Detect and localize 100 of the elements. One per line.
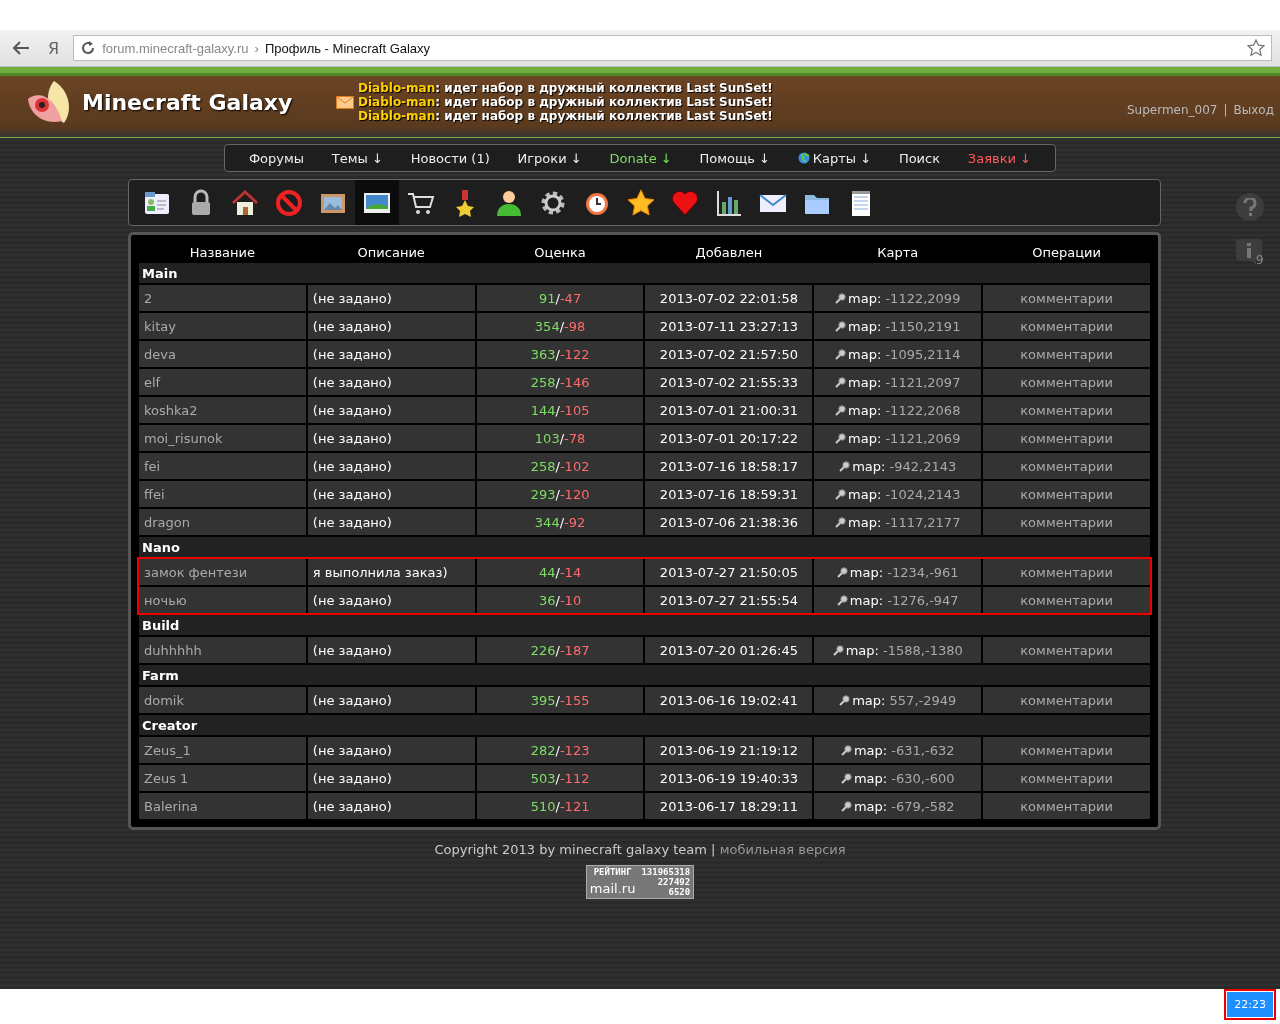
- table-cell[interactable]: Balerina: [139, 793, 306, 819]
- table-cell[interactable]: 2: [139, 285, 306, 311]
- table-cell[interactable]: deva: [139, 341, 306, 367]
- column-header: Добавлен: [694, 244, 764, 261]
- table-cell[interactable]: moi_risunok: [139, 425, 306, 451]
- map-link[interactable]: map: -679,-582: [814, 793, 982, 819]
- comments-link[interactable]: комментарии: [983, 559, 1150, 585]
- table-cell: (не задано): [307, 637, 475, 663]
- rating-cell: 226/-187: [476, 637, 644, 663]
- table-cell: 2013-07-20 01:26:45: [645, 637, 813, 663]
- table-cell[interactable]: Zeus_1: [139, 737, 306, 763]
- map-link[interactable]: map: 557,-2949: [814, 687, 982, 713]
- map-link[interactable]: map: -1588,-1380: [814, 637, 982, 663]
- map-link[interactable]: map: -1276,-947: [814, 587, 982, 613]
- column-header: Операции: [1031, 244, 1102, 261]
- table-cell[interactable]: kitay: [139, 313, 306, 339]
- info-icon[interactable]: [1236, 239, 1262, 265]
- comments-link[interactable]: комментарии: [983, 341, 1150, 367]
- magnifier-icon: [832, 644, 844, 656]
- table-cell: 2013-07-02 21:55:33: [645, 369, 813, 395]
- comments-link[interactable]: комментарии: [983, 765, 1150, 791]
- map-link[interactable]: map: -1117,2177: [814, 509, 982, 535]
- magnifier-icon: [835, 488, 846, 500]
- group-heading: Build: [139, 615, 1150, 635]
- mobile-version-link[interactable]: мобильная версия: [719, 842, 846, 857]
- menu-item[interactable]: Карты ↓: [797, 150, 872, 166]
- rating-cell: 293/-120: [476, 481, 644, 507]
- username-link[interactable]: Supermen_007: [1126, 103, 1218, 117]
- news-item[interactable]: Diablo-man: идет набор в дружный коллектив Last SunSet!: [358, 81, 773, 95]
- comments-link[interactable]: комментарии: [983, 509, 1150, 535]
- table-cell[interactable]: замок фентези: [139, 559, 306, 585]
- comments-link[interactable]: комментарии: [983, 587, 1150, 613]
- yandex-button[interactable]: Я: [44, 38, 64, 58]
- table-cell[interactable]: domik: [139, 687, 306, 713]
- table-cell: я выполнила заказ): [307, 559, 475, 585]
- magnifier-icon: [839, 694, 851, 706]
- news-item[interactable]: Diablo-man: идет набор в дружный коллектив Last SunSet!: [358, 109, 773, 123]
- comments-link[interactable]: комментарии: [983, 285, 1150, 311]
- table-cell: (не задано): [307, 425, 475, 451]
- map-link[interactable]: map: -1122,2068: [814, 397, 982, 423]
- map-link[interactable]: map: -631,-632: [814, 737, 982, 763]
- menu-item[interactable]: Форумы: [248, 150, 305, 166]
- comments-link[interactable]: комментарии: [983, 737, 1150, 763]
- table-cell[interactable]: ночью: [139, 587, 306, 613]
- map-link[interactable]: map: -1121,2069: [814, 425, 982, 451]
- menu-item[interactable]: Новости (1): [410, 150, 490, 166]
- map-link[interactable]: map: -1234,-961: [814, 559, 982, 585]
- map-link[interactable]: map: -1150,2191: [814, 313, 982, 339]
- menu-item[interactable]: Donate ↓: [609, 150, 672, 166]
- envelope-icon[interactable]: [336, 95, 354, 109]
- table-cell: (не задано): [307, 687, 475, 713]
- menu-item[interactable]: Поиск: [898, 150, 941, 166]
- rating-counter[interactable]: РЕЙТИНГ 131965318 mail.ru 227492 6520: [585, 865, 695, 899]
- map-link[interactable]: map: -630,-600: [814, 765, 982, 791]
- table-cell[interactable]: duhhhhh: [139, 637, 306, 663]
- table-cell[interactable]: koshka2: [139, 397, 306, 423]
- map-link[interactable]: map: -942,2143: [814, 453, 982, 479]
- map-link[interactable]: map: -1122,2099: [814, 285, 982, 311]
- separator: |: [711, 842, 716, 857]
- column-header: Описание: [356, 244, 426, 261]
- page-title: Профиль - Minecraft Galaxy: [264, 40, 432, 56]
- column-header: Оценка: [533, 244, 587, 261]
- reload-icon[interactable]: [80, 40, 97, 56]
- site-title[interactable]: Minecraft Galaxy: [82, 89, 322, 115]
- map-link[interactable]: map: -1024,2143: [814, 481, 982, 507]
- comments-link[interactable]: комментарии: [983, 425, 1150, 451]
- table-cell: (не задано): [307, 587, 475, 613]
- menu-item[interactable]: Темы ↓: [331, 150, 383, 166]
- copyright-text: Copyright 2013 by minecraft galaxy team: [434, 842, 707, 857]
- star-icon[interactable]: [1247, 39, 1265, 57]
- menu-item[interactable]: Помощь ↓: [699, 150, 770, 166]
- comments-link[interactable]: комментарии: [983, 481, 1150, 507]
- table-cell[interactable]: elf: [139, 369, 306, 395]
- comments-link[interactable]: комментарии: [983, 369, 1150, 395]
- comments-link[interactable]: комментарии: [983, 687, 1150, 713]
- address-bar[interactable]: forum.minecraft-galaxy.ru › Профиль - Minecraft Galaxy: [73, 35, 1272, 61]
- map-link[interactable]: map: -1121,2097: [814, 369, 982, 395]
- table-cell: 2013-06-16 19:02:41: [645, 687, 813, 713]
- table-cell: (не задано): [307, 765, 475, 791]
- rating-cell: 103/-78: [476, 425, 644, 451]
- comments-link[interactable]: комментарии: [983, 793, 1150, 819]
- table-cell[interactable]: Zeus 1: [139, 765, 306, 791]
- table-cell: 2013-07-27 21:50:05: [645, 559, 813, 585]
- menu-item[interactable]: Заявки ↓: [967, 150, 1031, 166]
- breadcrumb-separator: ›: [254, 40, 259, 56]
- table-cell[interactable]: dragon: [139, 509, 306, 535]
- taskbar-clock[interactable]: 22:23: [1227, 992, 1273, 1017]
- group-heading: Farm: [139, 665, 1150, 685]
- help-icon[interactable]: [1236, 193, 1264, 221]
- comments-link[interactable]: комментарии: [983, 397, 1150, 423]
- table-cell[interactable]: ffei: [139, 481, 306, 507]
- news-item[interactable]: Diablo-man: идет набор в дружный коллектив Last SunSet!: [358, 95, 773, 109]
- map-link[interactable]: map: -1095,2114: [814, 341, 982, 367]
- comments-link[interactable]: комментарии: [983, 637, 1150, 663]
- table-cell[interactable]: fei: [139, 453, 306, 479]
- menu-item[interactable]: Игроки ↓: [517, 150, 582, 166]
- comments-link[interactable]: комментарии: [983, 453, 1150, 479]
- logout-link[interactable]: Выход: [1233, 103, 1274, 117]
- landscape-picture-icon[interactable]: [355, 180, 399, 225]
- comments-link[interactable]: комментарии: [983, 313, 1150, 339]
